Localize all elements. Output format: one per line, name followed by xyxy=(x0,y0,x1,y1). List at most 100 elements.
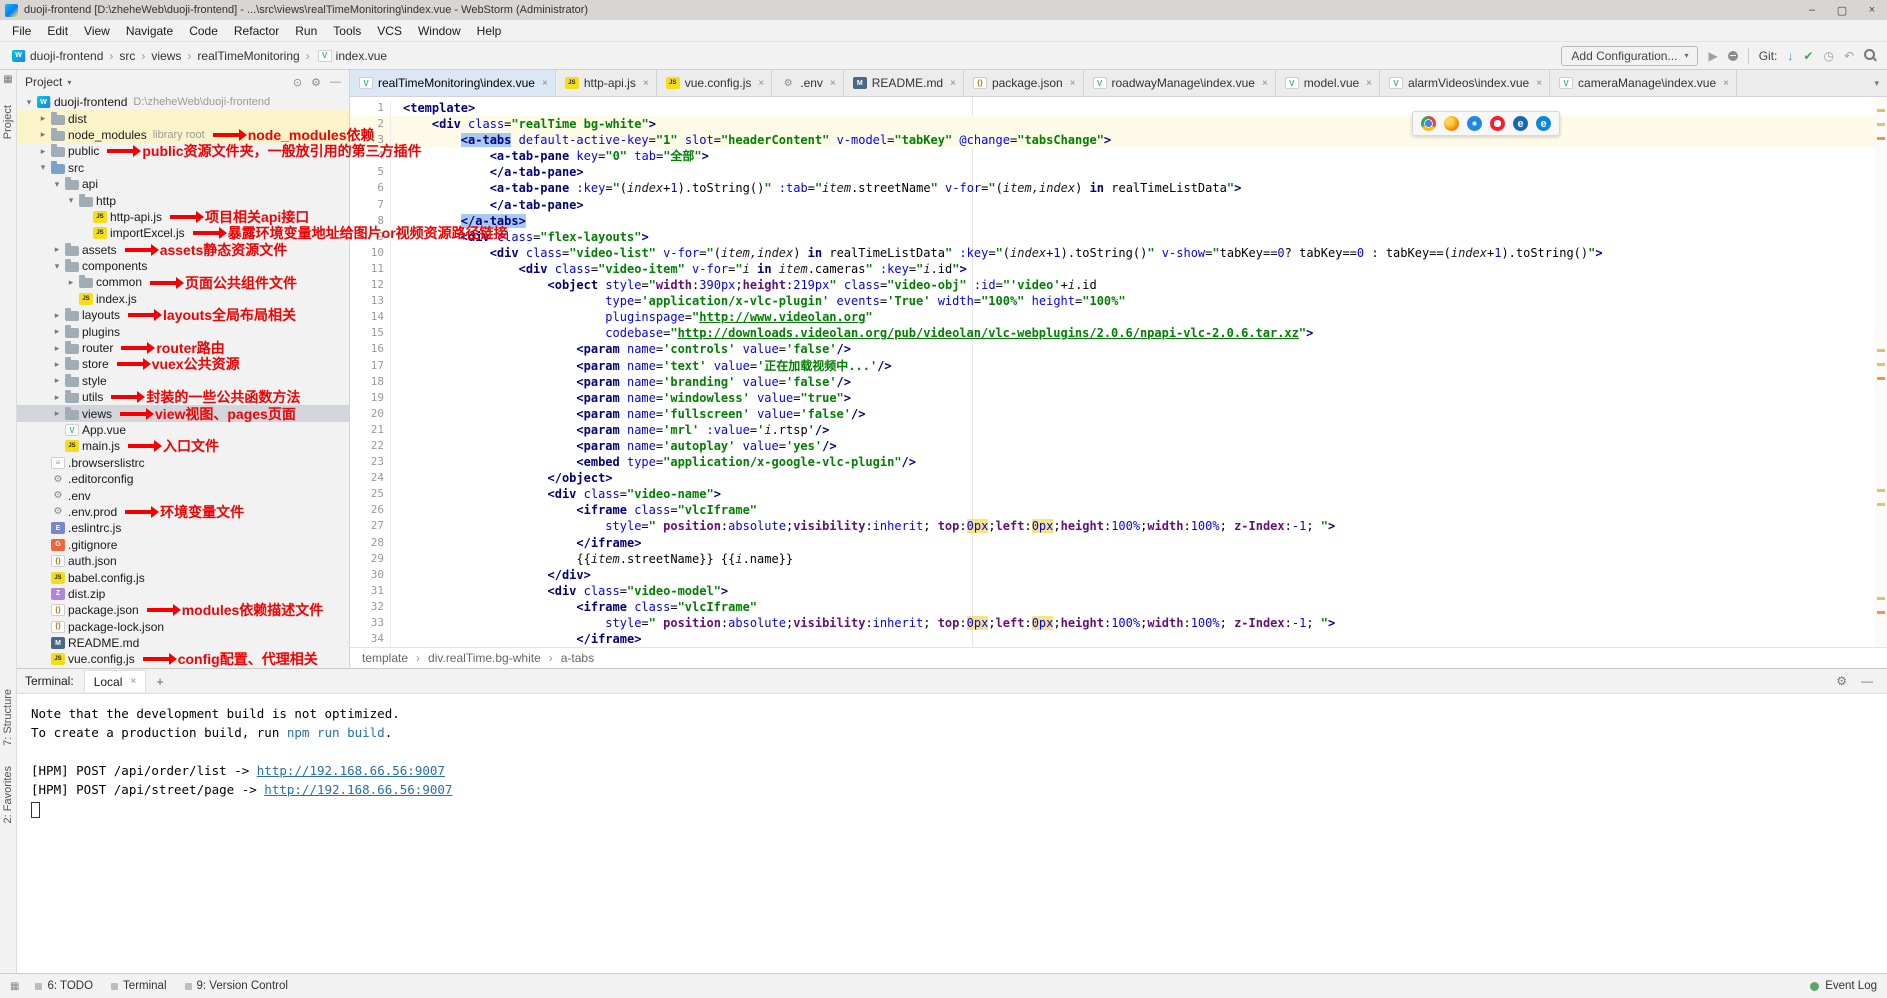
tree-item-duoji-frontend[interactable]: ▾duoji-frontendD:\zheheWeb\duoji-fronten… xyxy=(17,94,349,110)
code-line[interactable]: 10 <div class="video-list" v-for="(item,… xyxy=(350,245,1887,261)
code-editor[interactable]: 1<template>2 <div class="realTime bg-whi… xyxy=(350,97,1887,647)
editor-tab-vue-config-js[interactable]: vue.config.js× xyxy=(657,70,773,96)
menu-item-window[interactable]: Window xyxy=(410,24,469,38)
firefox-browser-icon[interactable] xyxy=(1444,116,1459,131)
close-button[interactable]: × xyxy=(1857,0,1887,20)
tree-item-gitignore[interactable]: .gitignore xyxy=(17,537,349,553)
code-line[interactable]: 24 </object> xyxy=(350,470,1887,486)
chevron-right-icon[interactable]: ▸ xyxy=(51,310,63,321)
tool-window-button-project[interactable]: Project xyxy=(2,105,14,139)
code-line[interactable]: 21 <param name='mrl' :value='i.rtsp'/> xyxy=(350,422,1887,438)
menu-item-tools[interactable]: Tools xyxy=(325,24,369,38)
hide-panel-icon[interactable]: — xyxy=(330,76,341,89)
minimize-panel-icon[interactable]: — xyxy=(1861,674,1873,688)
menu-item-code[interactable]: Code xyxy=(181,24,226,38)
opera-browser-icon[interactable] xyxy=(1490,116,1505,131)
menu-item-refactor[interactable]: Refactor xyxy=(226,24,287,38)
editor-scrollbar[interactable] xyxy=(1875,97,1887,647)
status-item-6-todo[interactable]: 6: TODO xyxy=(35,980,93,992)
close-tab-icon[interactable]: × xyxy=(1262,78,1268,89)
code-line[interactable]: 6 <a-tab-pane :key="(index+1).toString()… xyxy=(350,180,1887,196)
close-tab-icon[interactable]: × xyxy=(1070,78,1076,89)
tree-item-editorconfig[interactable]: .editorconfig xyxy=(17,471,349,487)
code-line[interactable]: 23 <embed type="application/x-google-vlc… xyxy=(350,454,1887,470)
git-revert-icon[interactable]: ↶ xyxy=(1844,49,1854,63)
chevron-right-icon[interactable]: ▸ xyxy=(51,408,63,419)
status-item-terminal[interactable]: Terminal xyxy=(111,980,166,992)
chevron-down-icon[interactable]: ▾ xyxy=(37,162,49,173)
breadcrumb-item[interactable]: views xyxy=(151,49,181,63)
code-line[interactable]: 1<template> xyxy=(350,100,1887,116)
tool-window-button-2-favorites[interactable]: 2: Favorites xyxy=(2,766,14,823)
close-tab-icon[interactable]: × xyxy=(1366,78,1372,89)
editor-breadcrumb-item[interactable]: div.realTime.bg-white xyxy=(428,651,541,665)
add-configuration-button[interactable]: Add Configuration... ▾ xyxy=(1561,46,1698,66)
terminal-settings-gear-icon[interactable]: ⚙ xyxy=(1836,674,1847,688)
locate-file-icon[interactable]: ⊙ xyxy=(293,76,302,89)
maximize-button[interactable]: ▢ xyxy=(1827,0,1857,20)
status-item-9-version-control[interactable]: 9: Version Control xyxy=(185,980,288,992)
code-line[interactable]: 14 pluginspage="http://www.videolan.org" xyxy=(350,309,1887,325)
edge-browser-icon[interactable]: e xyxy=(1536,116,1551,131)
tree-item-package-json[interactable]: package.jsonmodules依赖描述文件 xyxy=(17,602,349,618)
menu-item-file[interactable]: File xyxy=(4,24,39,38)
chevron-right-icon[interactable]: ▸ xyxy=(37,129,49,140)
code-line[interactable]: 11 <div class="video-item" v-for="i in i… xyxy=(350,261,1887,277)
tree-item-vue-config-js[interactable]: vue.config.jsconfig配置、代理相关 xyxy=(17,651,349,667)
code-line[interactable]: 20 <param name='fullscreen' value='false… xyxy=(350,406,1887,422)
tree-item-store[interactable]: ▸storevuex公共资源 xyxy=(17,356,349,372)
tree-item-main-js[interactable]: main.js入口文件 xyxy=(17,438,349,454)
chevron-down-icon[interactable]: ▾ xyxy=(23,97,35,108)
chevron-right-icon[interactable]: ▸ xyxy=(51,392,63,403)
event-log-button[interactable]: Event Log xyxy=(1825,980,1877,992)
menu-item-run[interactable]: Run xyxy=(287,24,325,38)
tree-item-auth-json[interactable]: auth.json xyxy=(17,553,349,569)
ie-browser-icon[interactable]: e xyxy=(1513,116,1528,131)
breadcrumb-item[interactable]: src xyxy=(119,49,135,63)
chevron-right-icon[interactable]: ▸ xyxy=(51,326,63,337)
tree-item-public[interactable]: ▸publicpublic资源文件夹，一般放引用的第三方插件 xyxy=(17,143,349,159)
tree-item-views[interactable]: ▸viewsview视图、pages页面 xyxy=(17,405,349,421)
search-everywhere-icon[interactable] xyxy=(1864,49,1877,62)
code-line[interactable]: 28 </iframe> xyxy=(350,535,1887,551)
tree-item-babel-config-js[interactable]: babel.config.js xyxy=(17,569,349,585)
git-update-icon[interactable]: ↓ xyxy=(1787,49,1793,63)
code-line[interactable]: 4 <a-tab-pane key="0" tab="全部"> xyxy=(350,148,1887,164)
chevron-right-icon[interactable]: ▸ xyxy=(37,113,49,124)
chevron-down-icon[interactable]: ▾ xyxy=(51,179,63,190)
code-line[interactable]: 34 </iframe> xyxy=(350,631,1887,647)
new-terminal-session-icon[interactable]: + xyxy=(156,674,164,689)
code-line[interactable]: 27 style=" position:absolute;visibility:… xyxy=(350,518,1887,534)
editor-tab-realtimemonitoring-index-vue[interactable]: realTimeMonitoring\index.vue× xyxy=(350,70,556,96)
menu-item-help[interactable]: Help xyxy=(469,24,510,38)
close-tab-icon[interactable]: × xyxy=(130,676,136,687)
editor-tab-package-json[interactable]: package.json× xyxy=(964,70,1084,96)
tree-item-layouts[interactable]: ▸layoutslayouts全局布局相关 xyxy=(17,307,349,323)
close-tab-icon[interactable]: × xyxy=(542,78,548,89)
debug-button[interactable] xyxy=(1728,51,1738,61)
editor-breadcrumb-item[interactable]: template xyxy=(362,651,408,665)
code-line[interactable]: 12 <object style="width:390px;height:219… xyxy=(350,277,1887,293)
close-tab-icon[interactable]: × xyxy=(1536,78,1542,89)
run-button[interactable]: ▶ xyxy=(1708,49,1717,63)
tool-window-button-7-structure[interactable]: 7: Structure xyxy=(2,689,14,746)
code-line[interactable]: 22 <param name='autoplay' value='yes'/> xyxy=(350,438,1887,454)
terminal-tab-local[interactable]: Local × xyxy=(84,670,147,692)
code-line[interactable]: 26 <iframe class="vlcIframe" xyxy=(350,502,1887,518)
tool-window-toggle-icon[interactable]: ▦ xyxy=(10,981,19,992)
code-line[interactable]: 13 type='application/x-vlc-plugin' event… xyxy=(350,293,1887,309)
safari-browser-icon[interactable] xyxy=(1467,116,1482,131)
tool-window-grid-icon[interactable]: ▦ xyxy=(3,74,12,85)
hidden-tabs-icon[interactable]: ▾ xyxy=(1866,78,1887,89)
code-line[interactable]: 15 codebase="http://downloads.videolan.o… xyxy=(350,325,1887,341)
close-tab-icon[interactable]: × xyxy=(643,78,649,89)
breadcrumb-item[interactable]: index.vue xyxy=(336,49,387,63)
code-line[interactable]: 5 </a-tab-pane> xyxy=(350,164,1887,180)
close-tab-icon[interactable]: × xyxy=(758,78,764,89)
editor-breadcrumb-item[interactable]: a-tabs xyxy=(561,651,594,665)
editor-tab-alarmvideos-index-vue[interactable]: alarmVideos\index.vue× xyxy=(1380,70,1550,96)
code-line[interactable]: 8 </a-tabs> xyxy=(350,213,1887,229)
chevron-right-icon[interactable]: ▸ xyxy=(37,146,49,157)
code-line[interactable]: 2 <div class="realTime bg-white"> xyxy=(350,116,1887,132)
tree-item-src[interactable]: ▾src xyxy=(17,160,349,176)
